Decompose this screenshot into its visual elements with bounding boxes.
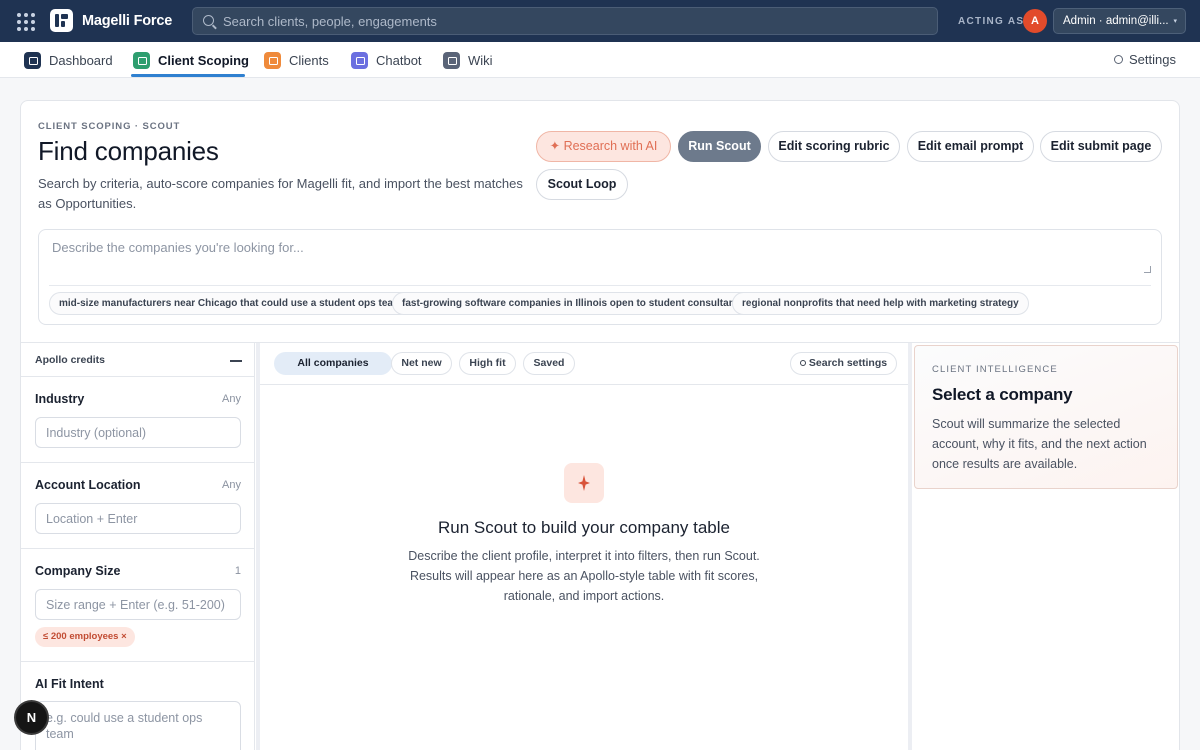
divider <box>21 661 255 662</box>
results-panel: All companies Net new High fit Saved Sea… <box>260 343 908 750</box>
brand-logo-icon[interactable] <box>50 9 73 32</box>
settings-label: Settings <box>1129 52 1176 67</box>
tab-net-new[interactable]: Net new <box>391 352 452 375</box>
intel-kicker: CLIENT INTELLIGENCE <box>932 364 1058 375</box>
global-search-input[interactable] <box>223 11 923 31</box>
suggestion-chip[interactable]: regional nonprofits that need help with … <box>732 292 1029 315</box>
gear-icon <box>1114 55 1124 64</box>
divider <box>49 285 1151 286</box>
company-size-count: 1 <box>234 565 241 577</box>
company-description-box: mid-size manufacturers near Chicago that… <box>38 229 1162 325</box>
run-scout-button[interactable]: Run Scout <box>678 131 761 162</box>
collapse-icon[interactable] <box>230 360 242 362</box>
tab-clients[interactable]: Clients <box>264 42 329 78</box>
account-select-value: Admin · admin@illi... <box>1063 15 1169 27</box>
chevron-down-icon: ▾ <box>1173 18 1177 25</box>
company-size-label: Company Size <box>35 564 121 578</box>
settings-link[interactable]: Settings <box>1114 52 1176 67</box>
search-settings-label: Search settings <box>808 357 888 369</box>
apollo-credits-label: Apollo credits <box>35 354 106 366</box>
resize-handle-icon[interactable] <box>1144 266 1151 273</box>
book-icon <box>443 51 460 69</box>
suggestion-chip[interactable]: fast-growing software companies in Illin… <box>392 292 754 315</box>
empty-state-title: Run Scout to build your company table <box>437 518 730 537</box>
brand-name[interactable]: Magelli Force <box>82 13 172 29</box>
empty-state-body: Describe the client profile, interpret i… <box>408 549 760 603</box>
company-size-tag[interactable]: ≤ 200 employees × <box>35 627 135 647</box>
scout-card: CLIENT SCOPING · SCOUT Find companies Se… <box>20 100 1180 750</box>
dashboard-icon <box>24 51 41 69</box>
location-label: Account Location <box>35 478 141 492</box>
top-bar: Magelli Force ACTING AS A Admin · admin@… <box>0 0 1200 42</box>
intel-title: Select a company <box>932 385 1073 404</box>
tab-client-scoping[interactable]: Client Scoping <box>133 42 249 78</box>
suggestion-chip[interactable]: mid-size manufacturers near Chicago that… <box>49 292 412 315</box>
sparkle-icon <box>564 463 604 503</box>
divider <box>21 376 255 377</box>
building-icon <box>264 51 281 69</box>
client-intelligence-panel: CLIENT INTELLIGENCE Select a company Sco… <box>912 343 1179 750</box>
divider <box>21 462 255 463</box>
acting-as-label: ACTING AS <box>958 16 1025 27</box>
global-search[interactable] <box>192 7 938 35</box>
tab-client-scoping-label: Client Scoping <box>158 52 249 68</box>
tab-saved[interactable]: Saved <box>523 352 575 375</box>
tab-dashboard-label: Dashboard <box>49 52 113 68</box>
filters-panel: Apollo credits Industry Any Account Loca… <box>21 343 255 750</box>
edit-submit-page-button[interactable]: Edit submit page <box>1040 131 1162 162</box>
edit-email-prompt-button[interactable]: Edit email prompt <box>907 131 1034 162</box>
intel-body: Scout will summarize the selected accoun… <box>932 417 1147 471</box>
account-select[interactable]: Admin · admin@illi... ▾ <box>1053 8 1186 34</box>
page-title: Find companies <box>38 136 219 166</box>
research-with-ai-button[interactable]: ✦ Research with AI <box>536 131 671 162</box>
briefcase-icon <box>133 51 150 69</box>
page-subtitle: Search by criteria, auto-score companies… <box>38 176 523 211</box>
tab-clients-label: Clients <box>289 52 329 68</box>
divider <box>21 548 255 549</box>
tab-high-fit[interactable]: High fit <box>459 352 516 375</box>
divider <box>260 384 908 385</box>
industry-badge: Any <box>222 393 241 405</box>
avatar[interactable]: A <box>1023 9 1047 33</box>
ai-fit-intent-input[interactable] <box>35 701 241 750</box>
circle-icon <box>799 360 806 366</box>
tab-wiki-label: Wiki <box>468 52 493 68</box>
location-input[interactable] <box>35 503 241 534</box>
industry-label: Industry <box>35 392 85 406</box>
tab-dashboard[interactable]: Dashboard <box>24 42 113 78</box>
company-description-input[interactable] <box>52 240 1152 275</box>
industry-input[interactable] <box>35 417 241 448</box>
edit-scoring-rubric-button[interactable]: Edit scoring rubric <box>768 131 900 162</box>
tab-chatbot-label: Chatbot <box>376 52 422 68</box>
location-badge: Any <box>222 479 241 491</box>
tab-chatbot[interactable]: Chatbot <box>351 42 422 78</box>
tab-wiki[interactable]: Wiki <box>443 42 493 78</box>
chat-icon <box>351 51 368 69</box>
active-tab-indicator <box>131 74 245 77</box>
breadcrumb: CLIENT SCOPING · SCOUT <box>38 121 181 132</box>
search-settings-button[interactable]: Search settings <box>790 352 897 375</box>
dev-tools-badge[interactable]: N <box>16 702 47 733</box>
search-icon <box>203 15 214 26</box>
app-launcher-icon[interactable] <box>16 11 36 31</box>
tab-all-companies[interactable]: All companies <box>274 352 392 375</box>
company-size-input[interactable] <box>35 589 241 620</box>
main-nav: Dashboard Client Scoping Clients Chatbot… <box>0 42 1200 78</box>
scout-loop-button[interactable]: Scout Loop <box>536 169 628 200</box>
ai-fit-intent-label: AI Fit Intent <box>35 677 104 691</box>
client-intelligence-card: CLIENT INTELLIGENCE Select a company Sco… <box>914 345 1178 489</box>
